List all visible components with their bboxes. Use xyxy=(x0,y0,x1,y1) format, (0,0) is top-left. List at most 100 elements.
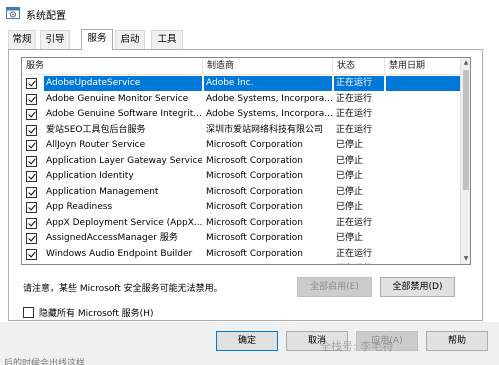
tab-label: 启动 xyxy=(120,34,140,45)
table-row[interactable]: App Readiness Microsoft Corporation 已停止 xyxy=(22,200,462,216)
service-disabled-date xyxy=(386,107,462,122)
service-maker: Microsoft Corporation xyxy=(206,171,303,181)
service-name: Adobe Genuine Software Integrit... xyxy=(46,109,202,119)
help-button[interactable]: 帮助 xyxy=(426,331,488,351)
service-disabled-date xyxy=(386,123,462,138)
service-name: AssignedAccessManager 服务 xyxy=(46,233,178,243)
title-bar: 系统配置 xyxy=(0,0,499,26)
service-name: AdobeUpdateService xyxy=(44,76,202,91)
tab-startup[interactable]: 启动 xyxy=(115,30,145,49)
watermark: 全栈号: 李毛特 xyxy=(320,340,394,353)
service-checkbox[interactable] xyxy=(26,217,37,229)
tab-services[interactable]: 服务 xyxy=(81,29,113,50)
service-status: 已停止 xyxy=(336,202,364,212)
table-row[interactable]: AllJoyn Router Service Microsoft Corporat… xyxy=(22,138,462,154)
service-status: 已停止 xyxy=(336,171,364,181)
service-maker: Microsoft Corporation xyxy=(206,248,303,259)
service-checkbox[interactable] xyxy=(26,78,37,89)
ok-button[interactable]: 确定 xyxy=(216,331,278,351)
service-status: 已停止 xyxy=(336,155,364,166)
vertical-scrollbar[interactable]: ▲ ▼ xyxy=(460,58,470,264)
service-status: 正在运行 xyxy=(334,262,384,264)
service-checkbox[interactable] xyxy=(26,93,37,105)
table-row[interactable]: Adobe Genuine Software Integrit... Adobe … xyxy=(22,107,462,123)
service-status: 正在运行 xyxy=(334,76,384,91)
service-checkbox[interactable] xyxy=(26,140,37,151)
service-maker: Microsoft Corporation xyxy=(206,202,303,212)
table-row[interactable]: Windows Audio Endpoint Builder Microsoft … xyxy=(22,247,462,263)
service-status: 正在运行 xyxy=(336,93,373,104)
disable-all-button[interactable]: 全部禁用(D) xyxy=(380,277,455,297)
list-header: 服务 制造商 状态 禁用日期 xyxy=(22,58,462,75)
column-header-disabled-date[interactable]: 禁用日期 xyxy=(385,58,462,75)
service-status: 已停止 xyxy=(336,233,364,243)
hide-microsoft-checkbox[interactable] xyxy=(23,307,34,318)
service-checkbox[interactable] xyxy=(26,248,37,260)
scroll-up-icon[interactable]: ▲ xyxy=(461,58,470,68)
service-checkbox[interactable] xyxy=(26,109,37,120)
service-checkbox[interactable] xyxy=(26,124,37,136)
tab-label: 引导 xyxy=(45,34,65,45)
tab-label: 常规 xyxy=(12,34,32,45)
service-disabled-date xyxy=(386,138,462,153)
service-maker: Microsoft Corporation xyxy=(204,262,332,264)
service-maker: 深圳市爱站网络科技有限公司 xyxy=(206,124,324,135)
cutoff-caption: 后的时候会出线这样 xyxy=(4,359,86,365)
service-name: App Readiness xyxy=(46,202,113,212)
scroll-down-icon[interactable]: ▼ xyxy=(461,254,470,264)
enable-all-button[interactable]: 全部启用(E) xyxy=(297,277,372,297)
services-list[interactable]: 服务 制造商 状态 禁用日期 AdobeUpdateService Adobe I… xyxy=(21,57,471,265)
tab-label: 服务 xyxy=(87,33,107,44)
service-maker: Adobe Inc. xyxy=(204,76,332,91)
service-status: 正在运行 xyxy=(336,109,373,119)
service-name: Windows Audio xyxy=(44,262,202,264)
table-row[interactable]: Adobe Genuine Monitor Service Adobe Syste… xyxy=(22,92,462,108)
service-checkbox[interactable] xyxy=(26,171,37,182)
service-disabled-date xyxy=(386,76,462,91)
table-row[interactable]: AdobeUpdateService Adobe Inc. 正在运行 xyxy=(22,76,462,92)
service-checkbox[interactable] xyxy=(26,186,37,198)
table-row[interactable]: 爱站SEO工具包后台服务 深圳市爱站网络科技有限公司 正在运行 xyxy=(22,123,462,139)
tab-tools[interactable]: 工具 xyxy=(151,30,183,49)
service-maker: Microsoft Corporation xyxy=(206,186,303,197)
service-name: 爱站SEO工具包后台服务 xyxy=(46,124,146,135)
service-disabled-date xyxy=(386,231,462,246)
table-row[interactable]: Application Management Microsoft Corporat… xyxy=(22,185,462,201)
window-title: 系统配置 xyxy=(26,11,66,22)
column-header-status[interactable]: 状态 xyxy=(333,58,385,75)
service-name: Application Layer Gateway Service xyxy=(46,155,202,166)
service-checkbox[interactable] xyxy=(26,264,37,265)
service-disabled-date xyxy=(386,262,462,264)
service-status: 已停止 xyxy=(336,140,364,150)
table-row[interactable]: Application Identity Microsoft Corporatio… xyxy=(22,169,462,185)
service-status: 已停止 xyxy=(336,186,364,197)
scroll-thumb[interactable] xyxy=(463,70,469,190)
table-row[interactable]: AssignedAccessManager 服务 Microsoft Corpor… xyxy=(22,231,462,247)
service-rows: AdobeUpdateService Adobe Inc. 正在运行 Adobe Ge… xyxy=(22,76,462,265)
service-maker: Microsoft Corporation xyxy=(206,233,303,243)
service-checkbox[interactable] xyxy=(26,155,37,167)
table-row[interactable]: Application Layer Gateway Service Microso… xyxy=(22,154,462,170)
security-notice: 请注意，某些 Microsoft 安全服务可能无法禁用。 xyxy=(23,284,223,294)
service-checkbox[interactable] xyxy=(26,233,37,244)
service-checkbox[interactable] xyxy=(26,202,37,213)
service-name: AllJoyn Router Service xyxy=(46,140,146,150)
service-name: Application Identity xyxy=(46,171,134,181)
service-disabled-date xyxy=(386,247,462,262)
service-disabled-date xyxy=(386,185,462,200)
service-maker: Microsoft Corporation xyxy=(206,140,303,150)
table-row[interactable]: AppX Deployment Service (AppX... Microsof… xyxy=(22,216,462,232)
gear-window-icon xyxy=(6,7,20,19)
tab-boot[interactable]: 引导 xyxy=(40,30,70,49)
column-header-service[interactable]: 服务 xyxy=(22,58,203,75)
service-maker: Adobe Systems, Incorpora... xyxy=(206,109,332,119)
column-header-maker[interactable]: 制造商 xyxy=(203,58,333,75)
service-maker: Microsoft Corporation xyxy=(206,155,303,166)
table-row[interactable]: Windows AudioMicrosoft Corporation正在运行 xyxy=(22,262,462,265)
service-name: Adobe Genuine Monitor Service xyxy=(46,93,189,104)
service-disabled-date xyxy=(386,169,462,184)
tab-general[interactable]: 常规 xyxy=(8,30,36,49)
service-disabled-date xyxy=(386,154,462,169)
service-maker: Microsoft Corporation xyxy=(206,217,303,228)
service-status: 正在运行 xyxy=(336,248,373,259)
